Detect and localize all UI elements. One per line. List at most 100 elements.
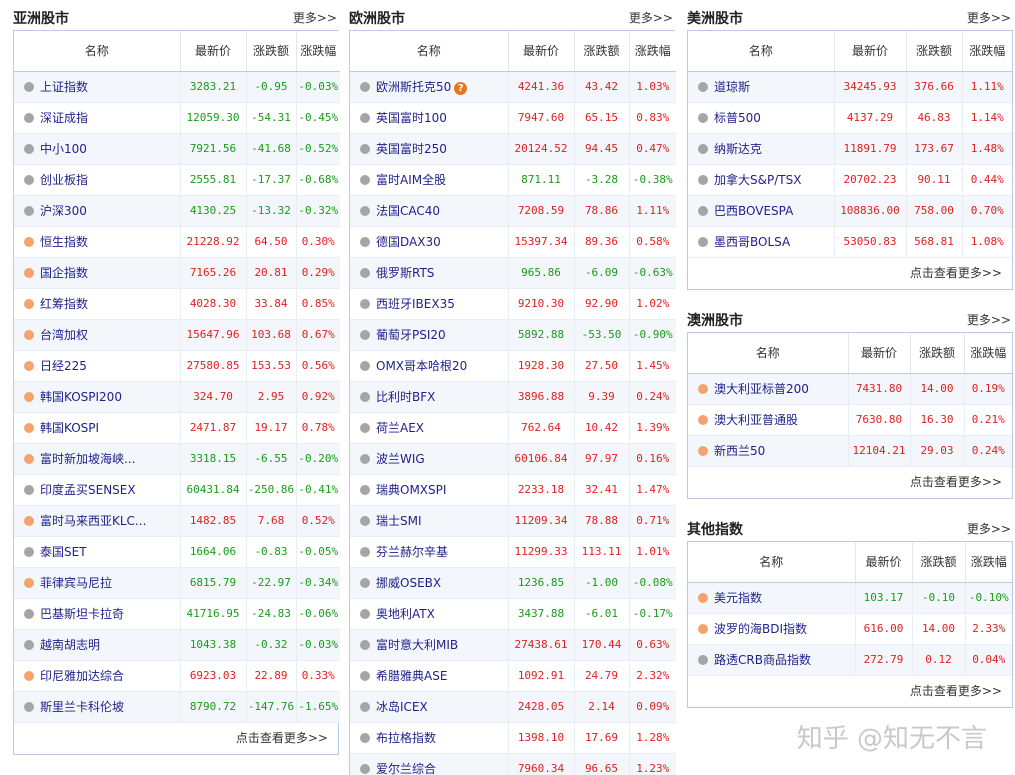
table-row[interactable]: OMX哥本哈根20 1928.30 27.50 1.45%	[350, 350, 676, 382]
index-name-cell[interactable]: 国企指数	[14, 257, 181, 289]
table-row[interactable]: 印尼雅加达综合 6923.03 22.89 0.33%	[14, 660, 340, 692]
index-name-cell[interactable]: 韩国KOSPI	[14, 412, 181, 444]
index-name[interactable]: 上证指数	[40, 80, 88, 94]
index-name[interactable]: 越南胡志明	[40, 638, 100, 652]
index-name-cell[interactable]: 英国富时250	[350, 133, 509, 165]
table-row[interactable]: 富时马来西亚KLC... 1482.85 7.68 0.52%	[14, 505, 340, 537]
table-row[interactable]: 俄罗斯RTS 965.86 -6.09 -0.63%	[350, 257, 676, 289]
table-row[interactable]: 澳大利亚普通股 7630.80 16.30 0.21%	[688, 404, 1012, 436]
index-name-cell[interactable]: 道琼斯	[688, 71, 835, 103]
table-row[interactable]: 奥地利ATX 3437.88 -6.01 -0.17%	[350, 598, 676, 630]
asia-more-link[interactable]: 更多>>	[293, 9, 337, 26]
index-name-cell[interactable]: 中小100	[14, 133, 181, 165]
table-row[interactable]: 英国富时250 20124.52 94.45 0.47%	[350, 133, 676, 165]
index-name-cell[interactable]: 富时马来西亚KLC...	[14, 505, 181, 537]
table-row[interactable]: 恒生指数 21228.92 64.50 0.30%	[14, 226, 340, 258]
index-name-cell[interactable]: 欧洲斯托克50?	[350, 71, 509, 103]
table-row[interactable]: 印度孟买SENSEX 60431.84 -250.86 -0.41%	[14, 474, 340, 506]
index-name[interactable]: 富时AIM全股	[376, 173, 446, 187]
index-name-cell[interactable]: 荷兰AEX	[350, 412, 509, 444]
table-row[interactable]: 巴基斯坦卡拉奇 41716.95 -24.83 -0.06%	[14, 598, 340, 630]
index-name-cell[interactable]: 恒生指数	[14, 226, 181, 258]
table-row[interactable]: 标普500 4137.29 46.83 1.14%	[688, 102, 1012, 134]
table-row[interactable]: 荷兰AEX 762.64 10.42 1.39%	[350, 412, 676, 444]
table-row[interactable]: 新西兰50 12104.21 29.03 0.24%	[688, 435, 1012, 467]
other-more-link[interactable]: 更多>>	[967, 520, 1011, 537]
index-name-cell[interactable]: 巴西BOVESPA	[688, 195, 835, 227]
index-name-cell[interactable]: 澳大利亚普通股	[688, 404, 849, 436]
index-name-cell[interactable]: 韩国KOSPI200	[14, 381, 181, 413]
help-icon[interactable]: ?	[454, 82, 468, 95]
index-name[interactable]: 恒生指数	[40, 235, 88, 249]
index-name[interactable]: 道琼斯	[714, 80, 750, 94]
table-row[interactable]: 冰岛ICEX 2428.05 2.14 0.09%	[350, 691, 676, 723]
oceania-more-footer-link[interactable]: 点击查看更多>>	[688, 467, 1012, 498]
table-row[interactable]: 韩国KOSPI200 324.70 2.95 0.92%	[14, 381, 340, 413]
table-row[interactable]: 富时AIM全股 871.11 -3.28 -0.38%	[350, 164, 676, 196]
index-name-cell[interactable]: 瑞典OMXSPI	[350, 474, 509, 506]
index-name[interactable]: 爱尔兰综合	[376, 762, 436, 775]
index-name-cell[interactable]: 爱尔兰综合	[350, 753, 509, 775]
index-name-cell[interactable]: 挪威OSEBX	[350, 567, 509, 599]
index-name[interactable]: 瑞士SMI	[376, 514, 422, 528]
index-name[interactable]: 英国富时100	[376, 111, 447, 125]
table-row[interactable]: 澳大利亚标普200 7431.80 14.00 0.19%	[688, 373, 1012, 405]
index-name-cell[interactable]: 印度孟买SENSEX	[14, 474, 181, 506]
table-row[interactable]: 韩国KOSPI 2471.87 19.17 0.78%	[14, 412, 340, 444]
europe-more-link[interactable]: 更多>>	[629, 9, 673, 26]
index-name[interactable]: 葡萄牙PSI20	[376, 328, 446, 342]
index-name-cell[interactable]: 澳大利亚标普200	[688, 373, 849, 405]
index-name[interactable]: 标普500	[714, 111, 761, 125]
table-row[interactable]: 台湾加权 15647.96 103.68 0.67%	[14, 319, 340, 351]
asia-more-footer-link[interactable]: 点击查看更多>>	[14, 723, 338, 754]
index-name-cell[interactable]: 冰岛ICEX	[350, 691, 509, 723]
index-name[interactable]: 印度孟买SENSEX	[40, 483, 136, 497]
index-name-cell[interactable]: 波兰WIG	[350, 443, 509, 475]
oceania-more-link[interactable]: 更多>>	[967, 311, 1011, 328]
index-name[interactable]: 澳大利亚普通股	[714, 413, 798, 427]
index-name[interactable]: 新西兰50	[714, 444, 765, 458]
index-name[interactable]: 创业板指	[40, 173, 88, 187]
table-row[interactable]: 墨西哥BOLSA 53050.83 568.81 1.08%	[688, 226, 1012, 258]
table-row[interactable]: 欧洲斯托克50? 4241.36 43.42 1.03%	[350, 71, 676, 103]
table-row[interactable]: 希腊雅典ASE 1092.91 24.79 2.32%	[350, 660, 676, 692]
table-row[interactable]: 波罗的海BDI指数 616.00 14.00 2.33%	[688, 613, 1012, 645]
index-name-cell[interactable]: 奥地利ATX	[350, 598, 509, 630]
other-more-footer-link[interactable]: 点击查看更多>>	[688, 676, 1012, 707]
index-name[interactable]: 墨西哥BOLSA	[714, 235, 790, 249]
index-name-cell[interactable]: 比利时BFX	[350, 381, 509, 413]
table-row[interactable]: 德国DAX30 15397.34 89.36 0.58%	[350, 226, 676, 258]
table-row[interactable]: 西班牙IBEX35 9210.30 92.90 1.02%	[350, 288, 676, 320]
index-name-cell[interactable]: 深证成指	[14, 102, 181, 134]
table-row[interactable]: 沪深300 4130.25 -13.32 -0.32%	[14, 195, 340, 227]
index-name-cell[interactable]: 台湾加权	[14, 319, 181, 351]
index-name[interactable]: 深证成指	[40, 111, 88, 125]
index-name[interactable]: 富时意大利MIB	[376, 638, 458, 652]
america-more-link[interactable]: 更多>>	[967, 9, 1011, 26]
index-name[interactable]: 布拉格指数	[376, 731, 436, 745]
table-row[interactable]: 道琼斯 34245.93 376.66 1.11%	[688, 71, 1012, 103]
index-name[interactable]: 冰岛ICEX	[376, 700, 428, 714]
table-row[interactable]: 葡萄牙PSI20 5892.88 -53.50 -0.90%	[350, 319, 676, 351]
index-name-cell[interactable]: 俄罗斯RTS	[350, 257, 509, 289]
table-row[interactable]: 路透CRB商品指数 272.79 0.12 0.04%	[688, 644, 1012, 676]
index-name-cell[interactable]: 美元指数	[688, 582, 856, 614]
index-name-cell[interactable]: 斯里兰卡科伦坡	[14, 691, 181, 723]
index-name[interactable]: 纳斯达克	[714, 142, 762, 156]
table-row[interactable]: 菲律宾马尼拉 6815.79 -22.97 -0.34%	[14, 567, 340, 599]
index-name[interactable]: 希腊雅典ASE	[376, 669, 447, 683]
index-name-cell[interactable]: 瑞士SMI	[350, 505, 509, 537]
index-name[interactable]: 挪威OSEBX	[376, 576, 441, 590]
index-name[interactable]: 欧洲斯托克50	[376, 80, 451, 94]
table-row[interactable]: 日经225 27580.85 153.53 0.56%	[14, 350, 340, 382]
table-row[interactable]: 比利时BFX 3896.88 9.39 0.24%	[350, 381, 676, 413]
index-name[interactable]: 韩国KOSPI200	[40, 390, 122, 404]
index-name[interactable]: 菲律宾马尼拉	[40, 576, 112, 590]
index-name-cell[interactable]: 纳斯达克	[688, 133, 835, 165]
index-name-cell[interactable]: 标普500	[688, 102, 835, 134]
table-row[interactable]: 红筹指数 4028.30 33.84 0.85%	[14, 288, 340, 320]
index-name[interactable]: 巴西BOVESPA	[714, 204, 793, 218]
table-row[interactable]: 富时新加坡海峡... 3318.15 -6.55 -0.20%	[14, 443, 340, 475]
index-name[interactable]: 奥地利ATX	[376, 607, 435, 621]
index-name-cell[interactable]: 菲律宾马尼拉	[14, 567, 181, 599]
